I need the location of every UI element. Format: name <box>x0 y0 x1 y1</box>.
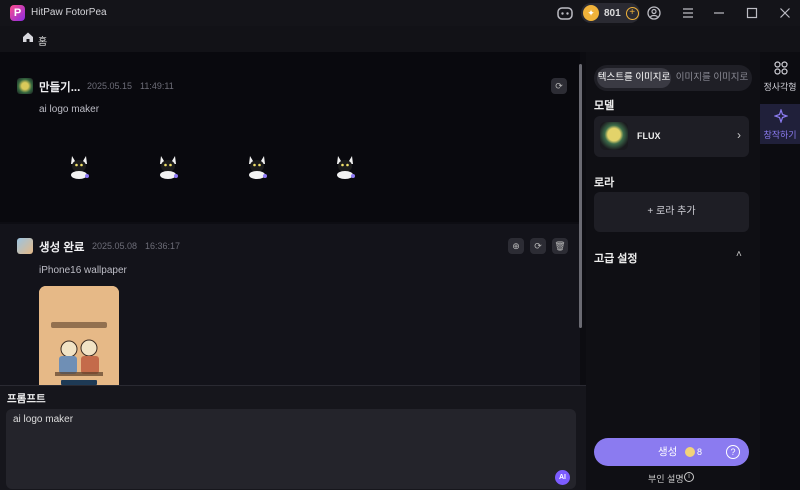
credits-pill[interactable]: ✦ 801 + <box>581 3 640 23</box>
rail-item-square[interactable]: 정사각형 <box>760 56 800 96</box>
account-icon[interactable] <box>647 6 661 20</box>
chevron-right-icon: › <box>737 128 741 142</box>
discord-icon[interactable] <box>557 6 573 20</box>
help-icon[interactable]: ? <box>726 445 740 459</box>
mode-tabs: 텍스트를 이미지로 이미지를 이미지로 <box>594 65 752 91</box>
regenerate-button[interactable]: ⟳ <box>551 78 567 94</box>
rail-label: 정사각형 <box>763 82 797 92</box>
app-logo-icon: P <box>10 5 25 21</box>
card-prompt: ai logo maker <box>39 104 100 115</box>
home-link[interactable]: 홈 <box>38 33 47 48</box>
title-bar: P HitPaw FotorPea ✦ 801 + <box>0 0 800 26</box>
coin-icon <box>685 447 695 457</box>
prompt-section: 프롬프트 ai logo maker AI <box>0 385 586 490</box>
advanced-settings-toggle[interactable]: 고급 설정 <box>594 250 638 266</box>
model-name: FLUX <box>637 131 661 141</box>
generated-image[interactable] <box>39 286 119 385</box>
prompt-input[interactable]: ai logo maker AI <box>6 409 576 489</box>
negative-prompt-label[interactable]: 부인 설명 <box>648 472 684 485</box>
card-thumbnail <box>17 238 33 254</box>
credit-balance: 801 <box>604 7 621 19</box>
close-icon[interactable] <box>779 7 791 19</box>
coin-icon: ✦ <box>583 5 599 21</box>
add-credits-icon[interactable]: + <box>625 6 639 20</box>
card-time: 11:49:11 <box>140 81 174 91</box>
add-lora-button[interactable]: + 로라 추가 <box>594 192 749 232</box>
card-time: 16:36:17 <box>145 241 181 251</box>
feed-scrollbar[interactable] <box>579 64 582 328</box>
generated-image[interactable] <box>333 152 357 180</box>
generation-card: 만들기... 2025.05.15 11:49:11 ⟳ ai logo mak… <box>0 52 580 222</box>
generate-button[interactable]: 생성 8 ? <box>594 438 749 466</box>
card-title: 만들기... <box>39 82 81 94</box>
right-rail: 정사각형 창작하기 <box>760 52 800 490</box>
chevron-up-icon[interactable]: ˄ <box>736 249 742 260</box>
generated-image[interactable] <box>245 152 269 180</box>
app-title: HitPaw FotorPea <box>31 7 107 18</box>
prompt-label: 프롬프트 <box>7 393 46 405</box>
grid-icon <box>774 61 788 75</box>
rail-label: 창작하기 <box>763 130 797 140</box>
rail-item-create[interactable]: 창작하기 <box>760 104 800 144</box>
generate-cost: 8 <box>697 447 703 457</box>
generated-image[interactable] <box>156 152 180 180</box>
settings-panel: 텍스트를 이미지로 이미지를 이미지로 모델 FLUX › 로라 + 로라 추가… <box>586 52 760 490</box>
generation-feed: 만들기... 2025.05.15 11:49:11 ⟳ ai logo mak… <box>0 52 580 385</box>
card-thumbnail <box>17 78 33 94</box>
card-date: 2025.05.08 <box>92 241 138 251</box>
lora-label: 로라 <box>594 177 615 189</box>
delete-button[interactable]: 🗑 <box>552 238 568 254</box>
maximize-icon[interactable] <box>746 7 758 19</box>
minimize-icon[interactable] <box>713 7 725 19</box>
menu-icon[interactable] <box>682 7 694 19</box>
info-icon[interactable]: i <box>684 472 694 482</box>
sparkle-icon <box>774 109 788 123</box>
model-thumbnail <box>600 122 628 150</box>
tab-image-to-image[interactable]: 이미지를 이미지로 <box>674 68 750 88</box>
regenerate-button[interactable]: ⟳ <box>530 238 546 254</box>
tab-text-to-image[interactable]: 텍스트를 이미지로 <box>597 68 671 88</box>
breadcrumb: 홈 <box>0 26 800 52</box>
generation-card: 생성 완료 2025.05.08 16:36:17 ⊕ ⟳ 🗑 iPhone16… <box>0 224 580 385</box>
model-label: 모델 <box>594 100 615 112</box>
card-title: 생성 완료 <box>39 242 85 254</box>
zoom-button[interactable]: ⊕ <box>508 238 524 254</box>
ai-assist-icon[interactable]: AI <box>555 470 570 485</box>
model-selector[interactable]: FLUX › <box>594 116 749 157</box>
prompt-value[interactable]: ai logo maker <box>13 414 73 425</box>
home-icon[interactable] <box>22 31 34 46</box>
generated-image[interactable] <box>67 152 91 180</box>
card-date: 2025.05.15 <box>87 81 133 91</box>
generate-label: 생성 <box>658 446 678 458</box>
card-prompt: iPhone16 wallpaper <box>39 265 127 276</box>
